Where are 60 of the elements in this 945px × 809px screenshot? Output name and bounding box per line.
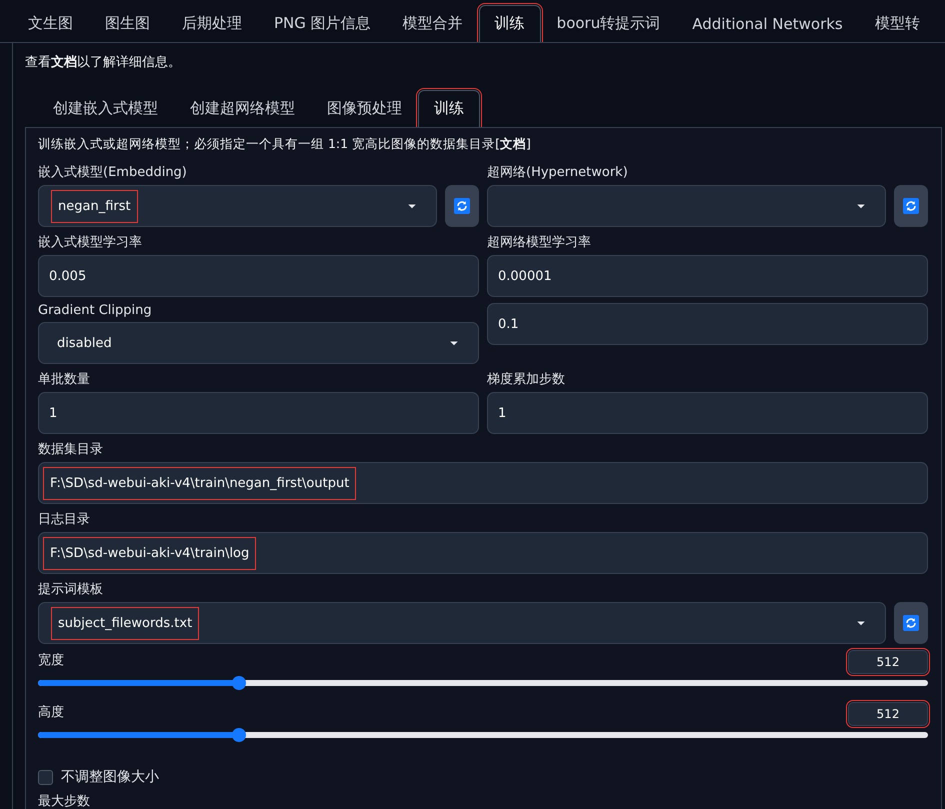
input-field[interactable]: 0.005 bbox=[38, 255, 479, 297]
tab[interactable]: PNG 图片信息 bbox=[258, 5, 387, 42]
tab[interactable]: 模型合并 bbox=[386, 5, 479, 42]
field-label: 单批数量 bbox=[38, 371, 91, 388]
field-label: 高度 bbox=[38, 704, 64, 721]
field-label: 超网络(Hypernetwork) bbox=[487, 164, 629, 181]
number-field[interactable]: 512 bbox=[848, 650, 928, 674]
tab[interactable]: 模型转 bbox=[858, 5, 936, 42]
slider-thumb[interactable] bbox=[232, 676, 246, 690]
field-label: 日志目录 bbox=[38, 511, 91, 528]
description-text: 训练嵌入式或超网络模型；必须指定一个具有一组 1:1 宽高比图像的数据集目录[文档] bbox=[38, 136, 532, 153]
field-label: 提示词模板 bbox=[38, 581, 104, 598]
tab[interactable]: booru转提示词 bbox=[540, 5, 676, 42]
input-value: 1 bbox=[48, 404, 58, 422]
tab[interactable]: 文生图 bbox=[12, 5, 89, 42]
input-value: 1 bbox=[497, 404, 508, 422]
notice-text: 查看文档以了解详细信息。 bbox=[25, 54, 182, 71]
tab[interactable]: 创建超网络模型 bbox=[174, 90, 311, 127]
tab[interactable]: 训练 bbox=[418, 90, 480, 127]
input-value: 0.00001 bbox=[497, 268, 553, 286]
input-value: 0.1 bbox=[497, 316, 520, 334]
input-field[interactable]: 1 bbox=[38, 392, 479, 434]
dropdown[interactable]: negan_first bbox=[38, 185, 437, 227]
checkbox[interactable] bbox=[38, 770, 53, 784]
field-label: 数据集目录 bbox=[38, 441, 104, 458]
refresh-icon bbox=[903, 198, 919, 214]
tab[interactable]: Additional Networks bbox=[676, 6, 859, 42]
field-label: 超网络模型学习率 bbox=[487, 234, 592, 251]
input-value: F:\SD\sd-webui-aki-v4\train\log bbox=[43, 536, 256, 570]
input-field[interactable]: 0.00001 bbox=[487, 255, 928, 297]
number-field[interactable]: 512 bbox=[848, 702, 928, 726]
input-value: 0.005 bbox=[48, 268, 88, 286]
tab[interactable]: 图像预处理 bbox=[311, 90, 418, 127]
input-field[interactable]: F:\SD\sd-webui-aki-v4\train\log bbox=[38, 532, 928, 574]
refresh-button[interactable] bbox=[894, 602, 928, 644]
dropdown[interactable]: subject_filewords.txt bbox=[38, 602, 886, 644]
field-label: Gradient Clipping bbox=[38, 303, 153, 318]
field-label: 宽度 bbox=[38, 652, 64, 669]
dropdown[interactable]: disabled bbox=[38, 322, 479, 364]
refresh-icon bbox=[454, 198, 470, 214]
input-field[interactable]: 0.1 bbox=[487, 303, 928, 345]
dropdown-value: disabled bbox=[56, 334, 113, 352]
checkbox-label: 不调整图像大小 bbox=[61, 768, 159, 786]
dropdown-value: subject_filewords.txt bbox=[51, 606, 200, 640]
refresh-button[interactable] bbox=[445, 185, 479, 227]
input-value: F:\SD\sd-webui-aki-v4\train\negan_first\output bbox=[43, 466, 356, 500]
input-field[interactable]: F:\SD\sd-webui-aki-v4\train\negan_first\output bbox=[38, 462, 928, 504]
field-label: 最大步数 bbox=[38, 793, 91, 809]
field-label: 嵌入式模型学习率 bbox=[38, 234, 143, 251]
dropdown-value: negan_first bbox=[51, 190, 138, 222]
refresh-icon bbox=[903, 615, 919, 631]
field-label: 梯度累加步数 bbox=[487, 371, 566, 388]
input-field[interactable]: 1 bbox=[487, 392, 928, 434]
tab[interactable]: 图生图 bbox=[89, 5, 166, 42]
refresh-button[interactable] bbox=[894, 185, 928, 227]
slider-thumb[interactable] bbox=[232, 728, 246, 742]
tab[interactable]: 训练 bbox=[478, 5, 541, 42]
field-label: 嵌入式模型(Embedding) bbox=[38, 164, 188, 181]
tab[interactable]: 创建嵌入式模型 bbox=[37, 90, 174, 127]
tab[interactable]: 后期处理 bbox=[166, 5, 258, 42]
